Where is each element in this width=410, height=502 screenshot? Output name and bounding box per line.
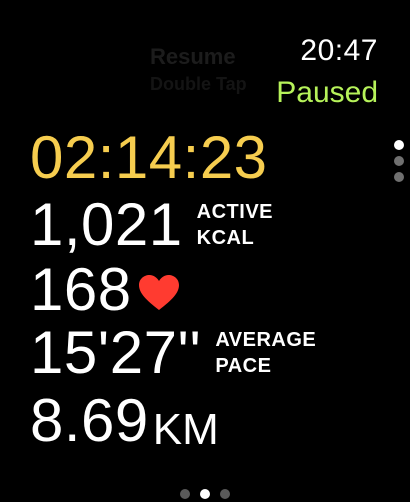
- distance-unit: KM: [152, 405, 219, 454]
- active-energy-row: 1,021 ACTIVE KCAL: [30, 195, 273, 255]
- pace-unit-line1: AVERAGE: [215, 329, 317, 351]
- heart-icon: [138, 274, 180, 317]
- pace-unit-line2: PACE: [215, 355, 272, 377]
- elapsed-time-row: 02:14:23: [30, 128, 268, 188]
- heart-rate-row: 168: [30, 260, 180, 320]
- scroll-dot: [394, 172, 404, 182]
- pace-unit: AVERAGE PACE: [215, 327, 316, 379]
- scroll-dot: [394, 156, 404, 166]
- active-energy-unit-line2: KCAL: [196, 227, 255, 249]
- elapsed-time-value: 02:14:23: [30, 124, 268, 191]
- distance-row: 8.69 KM: [30, 391, 219, 455]
- heart-rate-value: 168: [30, 256, 132, 323]
- clock-time: 20:47: [300, 34, 378, 67]
- resume-ghost-text: Resume: [150, 44, 236, 69]
- active-energy-unit-line1: ACTIVE: [196, 201, 273, 223]
- page-indicator[interactable]: [0, 489, 410, 499]
- page-dot-active[interactable]: [200, 489, 210, 499]
- distance-value: 8.69: [30, 387, 149, 454]
- page-dot[interactable]: [180, 489, 190, 499]
- pace-row: 15'27'' AVERAGE PACE: [30, 323, 316, 383]
- workout-status: Paused: [276, 76, 378, 109]
- active-energy-value: 1,021: [30, 191, 183, 258]
- active-energy-unit: ACTIVE KCAL: [197, 199, 273, 251]
- page-dot[interactable]: [220, 489, 230, 499]
- scroll-dot: [394, 140, 404, 150]
- double-tap-ghost-text: Double Tap: [150, 74, 247, 94]
- pace-value: 15'27'': [30, 319, 202, 386]
- scroll-indicator: [394, 140, 406, 188]
